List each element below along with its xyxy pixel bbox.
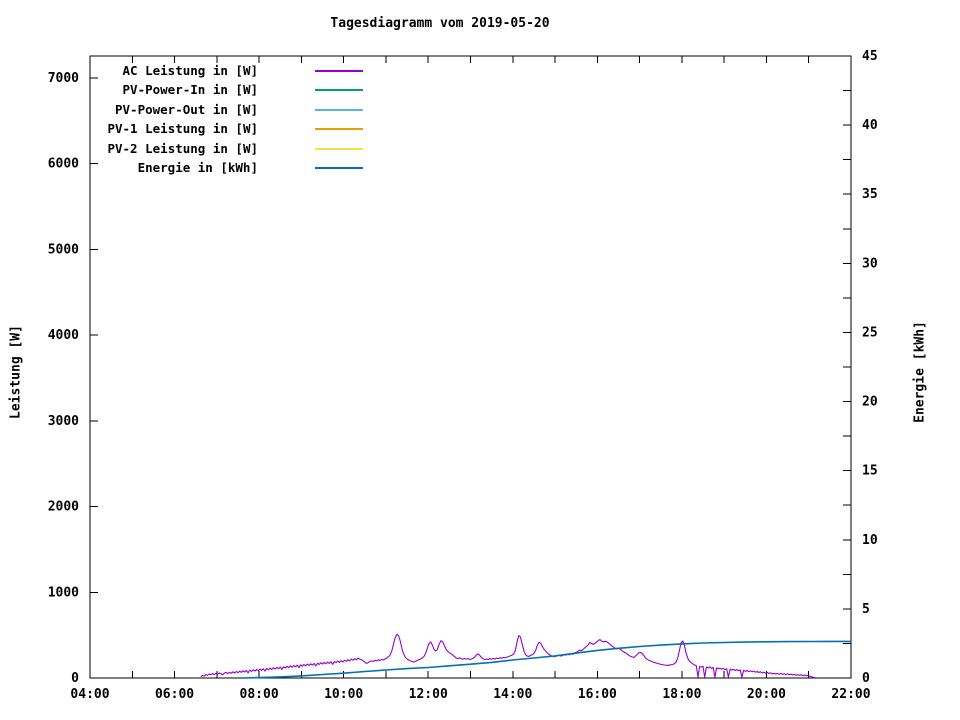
legend-color-line: [315, 166, 363, 169]
left-tick-label: 4000: [48, 328, 79, 343]
legend-item: PV-1 Leistung in [W]: [90, 119, 380, 138]
left-tick-label: 5000: [48, 242, 79, 257]
legend-item: PV-Power-In in [W]: [90, 80, 380, 99]
legend-color-line: [315, 108, 363, 111]
x-tick-label: 18:00: [662, 687, 701, 702]
x-tick-label: 20:00: [747, 687, 786, 702]
x-tick-label: 14:00: [493, 687, 532, 702]
right-tick-label: 5: [862, 602, 870, 617]
legend-color-line: [315, 89, 363, 92]
legend-item: AC Leistung in [W]: [90, 61, 380, 80]
legend-color-line: [315, 128, 363, 131]
legend-label: PV-1 Leistung in [W]: [107, 121, 258, 137]
left-tick-label: 0: [71, 671, 79, 686]
legend-item: Energie in [kWh]: [90, 158, 380, 177]
x-tick-label: 08:00: [240, 687, 279, 702]
legend-label: PV-Power-In in [W]: [122, 82, 258, 98]
x-tick-label: 12:00: [409, 687, 448, 702]
legend-label: Energie in [kWh]: [137, 159, 258, 175]
right-tick-label: 15: [862, 464, 878, 479]
legend-color-line: [315, 70, 363, 72]
right-tick-label: 0: [862, 671, 870, 686]
legend-item: PV-2 Leistung in [W]: [90, 139, 380, 158]
legend-item: PV-Power-Out in [W]: [90, 100, 380, 119]
right-tick-label: 30: [862, 256, 878, 271]
left-tick-label: 6000: [48, 157, 79, 172]
x-tick-label: 04:00: [70, 687, 109, 702]
legend-label: AC Leistung in [W]: [122, 63, 258, 78]
chart-legend: AC Leistung in [W] PV-Power-In in [W] PV-P…: [90, 61, 380, 177]
left-tick-label: 3000: [48, 414, 79, 429]
x-tick-label: 10:00: [324, 687, 363, 702]
right-tick-label: 25: [862, 325, 878, 340]
right-tick-label: 40: [862, 118, 878, 133]
legend-label: PV-Power-Out in [W]: [115, 101, 258, 117]
right-tick-label: 35: [862, 187, 878, 202]
legend-label: PV-2 Leistung in [W]: [107, 140, 258, 156]
right-tick-label: 20: [862, 395, 878, 410]
left-tick-label: 7000: [48, 71, 79, 86]
chart-page: Tagesdiagramm vom 2019-05-20 Leistung [W…: [0, 0, 960, 720]
right-tick-label: 45: [862, 49, 878, 64]
left-tick-label: 2000: [48, 500, 79, 515]
x-tick-label: 22:00: [831, 687, 870, 702]
x-tick-label: 16:00: [578, 687, 617, 702]
x-tick-label: 06:00: [155, 687, 194, 702]
series-line-ac-leistung-in-w-: [200, 633, 816, 679]
right-tick-label: 10: [862, 533, 878, 548]
legend-color-line: [315, 147, 363, 150]
left-tick-label: 1000: [48, 585, 79, 600]
